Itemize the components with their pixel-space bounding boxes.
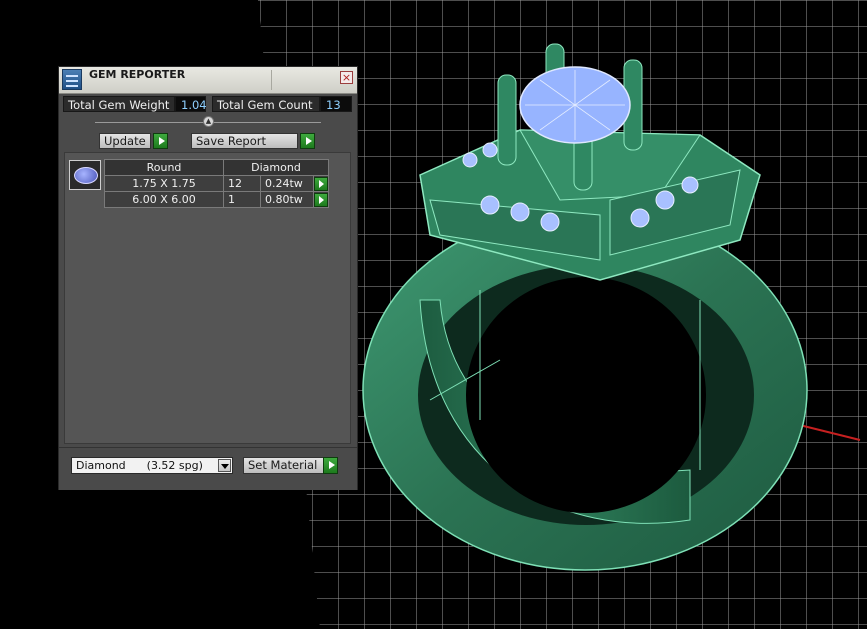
gem-size: 6.00 X 6.00 [104, 191, 224, 208]
close-icon[interactable]: × [340, 71, 353, 84]
table-row[interactable]: 6.00 X 6.00 1 0.80tw [104, 191, 329, 208]
save-report-go-icon[interactable] [300, 133, 315, 149]
update-go-icon[interactable] [153, 133, 168, 149]
row-select-icon[interactable] [314, 192, 328, 207]
update-button[interactable]: Update [99, 133, 151, 149]
title-bar[interactable]: GEM REPORTER × [59, 67, 357, 94]
total-gem-weight-label: Total Gem Weight [63, 96, 175, 112]
title-separator [271, 70, 272, 90]
save-report-button[interactable]: Save Report [191, 133, 298, 149]
gem-table: Round Diamond 1.75 X 1.75 12 0.24tw 6.00… [104, 159, 329, 208]
gem-reporter-window[interactable]: GEM REPORTER × Total Gem Weight 1.04 Tot… [58, 66, 358, 490]
gem-weight: 0.80tw [260, 191, 314, 208]
material-select[interactable]: Diamond (3.52 spg) [71, 457, 233, 474]
table-row[interactable]: 1.75 X 1.75 12 0.24tw [104, 175, 329, 192]
shape-header: Round [104, 159, 224, 176]
gem-size: 1.75 X 1.75 [104, 175, 224, 192]
material-header: Diamond [223, 159, 329, 176]
total-gem-count-value: 13 [320, 96, 352, 112]
gem-reporter-icon [62, 69, 82, 90]
total-gem-count-label: Total Gem Count [212, 96, 320, 112]
total-gem-weight-value: 1.04 [175, 96, 207, 112]
material-select-value: Diamond (3.52 spg) [76, 459, 203, 472]
round-gem-icon[interactable] [69, 160, 101, 190]
row-select-icon[interactable] [314, 176, 328, 191]
gem-count: 1 [223, 191, 261, 208]
gem-weight: 0.24tw [260, 175, 314, 192]
gem-count: 12 [223, 175, 261, 192]
chevron-down-icon[interactable] [218, 459, 231, 472]
set-material-go-icon[interactable] [323, 457, 338, 474]
window-title: GEM REPORTER [89, 68, 186, 81]
set-material-button[interactable]: Set Material [243, 457, 325, 474]
splitter-handle[interactable]: ▲ [203, 116, 214, 127]
gem-table-header: Round Diamond [104, 159, 329, 176]
